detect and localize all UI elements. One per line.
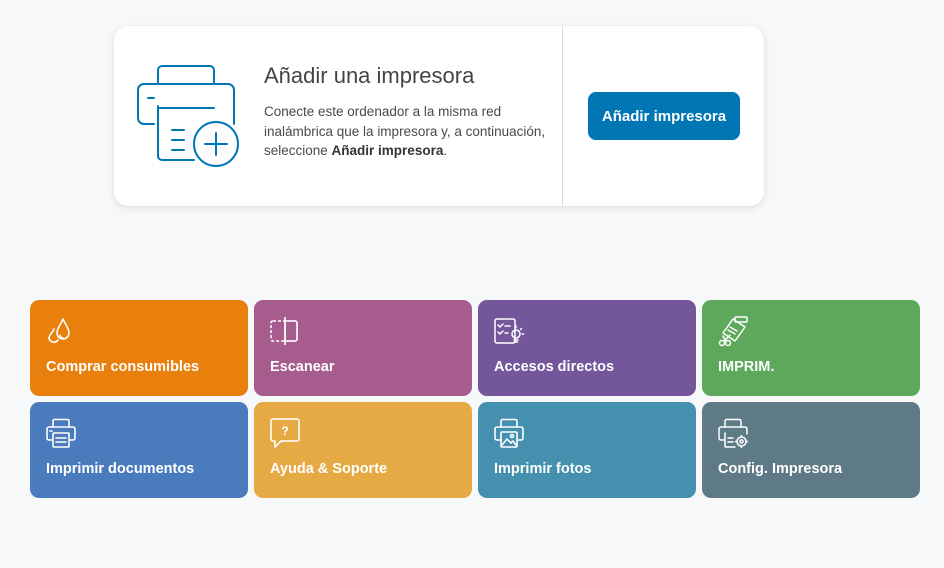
printer-icon [46, 418, 76, 448]
add-printer-text: Añadir una impresora Conecte este ordena… [264, 62, 560, 161]
tile-imprim[interactable]: IMPRIM. [702, 300, 920, 396]
card-divider [562, 26, 563, 206]
ink-drops-icon [48, 318, 70, 343]
tile-comprar-consumibles[interactable]: Comprar consumibles [30, 300, 248, 396]
tile-label: Escanear [270, 359, 335, 375]
help-chat-icon: ? [270, 418, 300, 448]
printer-add-icon [137, 65, 239, 167]
tile-label: Comprar consumibles [46, 359, 200, 375]
shortcuts-icon [494, 318, 525, 344]
svg-text:?: ? [281, 424, 288, 438]
add-printer-card: Añadir una impresora Conecte este ordena… [114, 26, 764, 206]
tile-imprimir-documentos[interactable]: Imprimir documentos [30, 402, 248, 498]
tile-label: Accesos directos [494, 359, 615, 375]
tile-ayuda-soporte[interactable]: ? Ayuda & Soporte [254, 402, 472, 498]
scan-icon [270, 317, 298, 345]
add-printer-button[interactable]: Añadir impresora [588, 92, 740, 140]
tile-accesos-directos[interactable]: Accesos directos [478, 300, 696, 396]
tile-label: Ayuda & Soporte [270, 461, 388, 477]
printer-settings-icon [718, 418, 749, 449]
tile-label: Config. Impresora [718, 461, 843, 477]
tile-config-impresora[interactable]: Config. Impresora [702, 402, 920, 498]
tile-imprimir-fotos[interactable]: Imprimir fotos [478, 402, 696, 498]
tile-label: IMPRIM. [718, 359, 775, 375]
tile-escanear[interactable]: Escanear [254, 300, 472, 396]
card-description-bold: Añadir impresora [331, 143, 444, 158]
tile-label: Imprimir documentos [46, 461, 195, 477]
print-anywhere-icon [718, 316, 748, 347]
card-title: Añadir una impresora [264, 63, 475, 88]
card-description-end: . [443, 143, 448, 158]
card-description: Conecte este ordenador a la misma red in… [264, 102, 560, 161]
photo-printer-icon [494, 418, 524, 448]
tile-label: Imprimir fotos [494, 461, 592, 477]
